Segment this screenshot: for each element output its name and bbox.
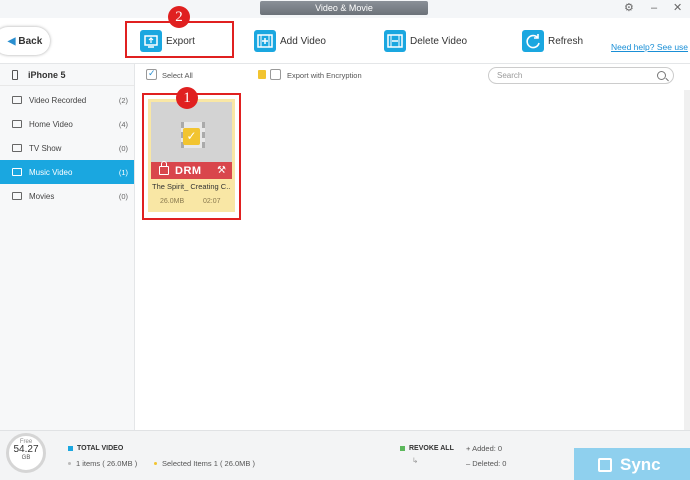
deleted-text: Deleted: 0 <box>472 459 507 468</box>
sidebar-item-label: Movies <box>29 191 55 201</box>
select-all-checkbox[interactable] <box>146 68 157 80</box>
sidebar-item-tv-show[interactable]: TV Show (0) <box>0 136 134 160</box>
window-title: Video & Movie <box>260 1 428 15</box>
revoke-arrow-icon: ↳ <box>412 456 419 465</box>
video-highlight-box <box>142 93 241 220</box>
callout-1: 1 <box>176 87 198 109</box>
sync-button[interactable]: Sync <box>574 448 690 480</box>
free-unit: GB <box>21 455 31 461</box>
device-header[interactable]: iPhone 5 <box>0 64 134 86</box>
search-icon[interactable] <box>657 71 666 80</box>
storage-gauge: Free 54.27 GB <box>6 433 46 473</box>
add-video-label: Add Video <box>280 35 326 47</box>
sidebar-item-label: Home Video <box>29 119 73 129</box>
added-count: + Added: 0 <box>466 444 503 453</box>
revoke-dot <box>400 446 405 451</box>
sidebar-item-music-video[interactable]: Music Video (1) <box>0 160 134 184</box>
sync-label: Sync <box>620 454 661 474</box>
selected-bullet-icon <box>154 462 157 465</box>
delete-video-label: Delete Video <box>410 35 468 47</box>
sidebar-item-count: (4) <box>118 119 128 129</box>
back-arrow-icon: ◀ <box>7 35 16 47</box>
sidebar-item-label: Video Recorded <box>29 95 87 105</box>
search-input[interactable]: Search <box>488 67 674 84</box>
scrollbar[interactable] <box>684 90 690 430</box>
filter-bar: Select All Export with Encryption Search <box>136 64 690 88</box>
revoke-all-button[interactable]: REVOKE ALL <box>409 445 454 452</box>
sidebar-item-home-video[interactable]: Home Video (4) <box>0 112 134 136</box>
add-video-button[interactable]: Add Video <box>254 30 326 52</box>
delete-video-button[interactable]: Delete Video <box>384 30 467 52</box>
deleted-count: – Deleted: 0 <box>466 459 507 468</box>
total-items: 1 items ( 26.0MB ) <box>76 459 138 468</box>
callout-2: 2 <box>168 6 190 28</box>
title-bar: Video & Movie ⚙ – ✕ <box>0 0 690 18</box>
device-name: iPhone 5 <box>28 69 66 80</box>
help-link[interactable]: Need help? See use <box>611 42 688 52</box>
camera-icon <box>12 96 22 104</box>
minimize-icon[interactable]: – <box>651 2 657 14</box>
total-video-label: TOTAL VIDEO <box>77 445 124 452</box>
export-encryption-label: Export with Encryption <box>287 71 362 80</box>
film-icon <box>12 192 22 200</box>
back-button[interactable]: ◀ Back <box>0 27 50 55</box>
tv-icon <box>12 144 22 152</box>
sidebar-item-movies[interactable]: Movies (0) <box>0 184 134 208</box>
select-all-label: Select All <box>162 71 193 80</box>
settings-icon[interactable]: ⚙ <box>624 2 634 14</box>
selected-items: Selected Items 1 ( 26.0MB ) <box>162 459 255 468</box>
sync-icon <box>598 457 612 472</box>
refresh-button[interactable]: Refresh <box>522 30 583 52</box>
toolbar: ◀ Back Export Add Video Delete Video Ref… <box>0 18 690 64</box>
add-video-icon <box>254 30 276 52</box>
close-icon[interactable]: ✕ <box>673 2 682 14</box>
lock-icon <box>258 70 266 79</box>
footer: Free 54.27 GB TOTAL VIDEO 1 items ( 26.0… <box>0 430 690 480</box>
sidebar: iPhone 5 Video Recorded (2) Home Video (… <box>0 64 135 430</box>
bullet-icon <box>68 462 71 465</box>
sidebar-item-video-recorded[interactable]: Video Recorded (2) <box>0 88 134 112</box>
home-video-icon <box>12 120 22 128</box>
total-video-dot <box>68 446 73 451</box>
sidebar-item-count: (0) <box>118 143 128 153</box>
sidebar-item-count: (1) <box>118 167 128 177</box>
sidebar-item-count: (2) <box>118 95 128 105</box>
back-label: Back <box>18 35 43 47</box>
music-video-icon <box>12 168 22 176</box>
delete-video-icon <box>384 30 406 52</box>
added-text: Added: 0 <box>472 444 503 453</box>
sidebar-item-label: Music Video <box>29 167 73 177</box>
sidebar-item-count: (0) <box>118 191 128 201</box>
sidebar-item-label: TV Show <box>29 143 62 153</box>
refresh-icon <box>522 30 544 52</box>
phone-icon <box>12 69 18 80</box>
search-placeholder: Search <box>497 71 523 80</box>
refresh-label: Refresh <box>548 35 584 47</box>
export-encryption-checkbox[interactable] <box>270 69 281 80</box>
free-value: 54.27 <box>13 444 39 455</box>
